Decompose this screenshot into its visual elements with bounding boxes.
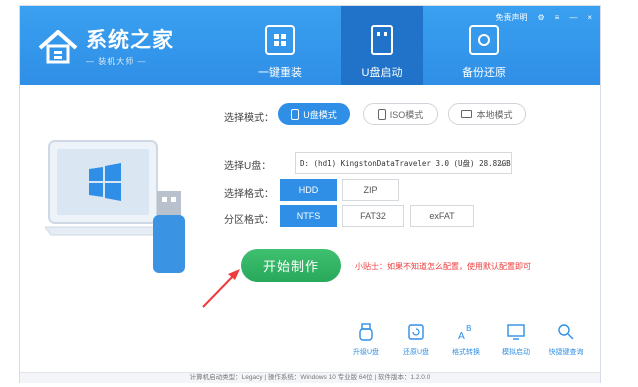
usb-drive-icon xyxy=(371,25,393,55)
arrow-annotation-icon xyxy=(202,269,240,308)
partition-fat32-option[interactable]: FAT32 xyxy=(342,205,404,227)
nav-tab-usb-boot[interactable]: U盘启动 xyxy=(341,6,423,85)
laptop-usb-illustration xyxy=(44,131,185,276)
usb-drive-select[interactable]: D: (hd1) KingstonDataTraveler 3.0 (U盘) 2… xyxy=(295,152,512,174)
tool-upgrade-usb[interactable]: 升级U盘 xyxy=(346,322,386,357)
mode-label-text: ISO模式 xyxy=(389,109,424,120)
logo-subtitle: — 装机大师 — xyxy=(86,57,147,66)
usb-icon xyxy=(291,108,300,120)
usb-drive-value: D: (hd1) KingstonDataTraveler 3.0 (U盘) 2… xyxy=(300,158,511,168)
backup-icon xyxy=(469,25,499,55)
mode-label-text: 本地模式 xyxy=(476,109,513,120)
format-zip-option[interactable]: ZIP xyxy=(342,179,399,201)
tool-label: 升级U盘 xyxy=(352,349,380,356)
nav-tab-label: 一键重装 xyxy=(258,67,302,79)
usb-upgrade-icon xyxy=(356,322,376,342)
tip-text: 小贴士：如果不知道怎么配置，使用默认配置即可 xyxy=(355,262,531,271)
format-hdd-option[interactable]: HDD xyxy=(280,179,337,201)
partition-exfat-option[interactable]: exFAT xyxy=(410,205,474,227)
window-controls: 免责声明 ⚙ ≡ — × xyxy=(495,12,592,23)
format-label: 选择格式： xyxy=(224,189,274,200)
monitor-icon xyxy=(461,110,473,118)
tool-label: 还原U盘 xyxy=(402,349,430,356)
logo-icon xyxy=(36,26,80,66)
key-search-icon xyxy=(556,322,576,342)
iso-mode-button[interactable]: ISO模式 xyxy=(363,103,438,125)
start-make-button[interactable]: 开始制作 xyxy=(241,249,341,282)
tool-hotkey-search[interactable]: 快捷键查询 xyxy=(546,322,586,357)
windows-icon xyxy=(265,25,295,55)
app-logo: 系统之家 — 装机大师 — xyxy=(36,24,174,67)
tool-restore-usb[interactable]: 还原U盘 xyxy=(396,322,436,357)
menu-icon[interactable]: ≡ xyxy=(555,13,560,22)
minimize-button[interactable]: — xyxy=(569,13,577,22)
disclaimer-link[interactable]: 免责声明 xyxy=(495,12,527,23)
monitor-icon xyxy=(506,322,526,342)
tool-simulate-boot[interactable]: 模拟启动 xyxy=(496,322,536,357)
nav-tab-label: 备份还原 xyxy=(462,67,506,79)
tool-format-convert[interactable]: AB 格式转换 xyxy=(446,322,486,357)
header-bar: 系统之家 — 装机大师 — 一键重装 U盘启动 备份还原 免责声明 ⚙ ≡ — … xyxy=(20,6,600,85)
svg-text:B: B xyxy=(466,324,472,333)
mode-label-text: U盘模式 xyxy=(303,109,337,120)
tool-label: 格式转换 xyxy=(452,349,480,356)
status-bar: 计算机启动类型：Legacy | 操作系统：Windows 10 专业版 64位… xyxy=(20,372,600,383)
logo-title: 系统之家 xyxy=(86,29,174,52)
mode-label: 选择模式： xyxy=(224,113,274,124)
usb-label: 选择U盘： xyxy=(224,161,272,172)
nav-tab-label: U盘启动 xyxy=(361,67,403,79)
settings-icon[interactable]: ⚙ xyxy=(537,13,544,22)
svg-text:A: A xyxy=(458,331,465,342)
tool-label: 快捷键查询 xyxy=(548,349,584,356)
file-icon xyxy=(377,108,386,120)
usb-restore-icon xyxy=(406,322,426,342)
local-mode-button[interactable]: 本地模式 xyxy=(448,103,526,125)
partition-label: 分区格式： xyxy=(224,215,274,226)
partition-ntfs-option[interactable]: NTFS xyxy=(280,205,337,227)
close-button[interactable]: × xyxy=(587,13,592,22)
tool-label: 模拟启动 xyxy=(502,349,530,356)
format-convert-icon: AB xyxy=(456,322,476,342)
usb-mode-button[interactable]: U盘模式 xyxy=(278,103,350,125)
app-window: 系统之家 — 装机大师 — 一键重装 U盘启动 备份还原 免责声明 ⚙ ≡ — … xyxy=(19,5,601,383)
nav-tab-reinstall[interactable]: 一键重装 xyxy=(239,6,321,85)
